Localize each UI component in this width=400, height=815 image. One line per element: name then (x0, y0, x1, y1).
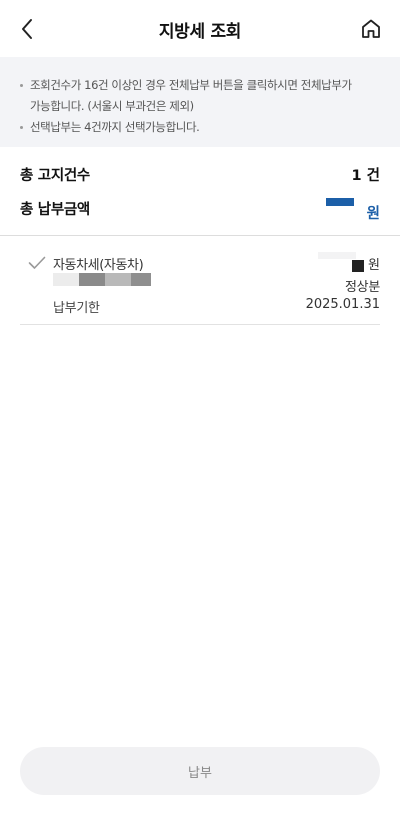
masked-amount (326, 198, 354, 206)
notice-item: 선택납부는 4건까지 선택가능합니다. (20, 117, 380, 138)
total-count-label: 총 고지건수 (20, 168, 90, 184)
notice-text-1: 조회건수가 16건 이상인 경우 전체납부 버튼을 클릭하시면 전체납부가 (30, 78, 352, 92)
header-bar: 지방세 조회 (0, 0, 400, 57)
pay-button[interactable]: 납부 (20, 747, 380, 795)
total-amount-unit: 원 (366, 206, 380, 222)
tax-item-amount-unit: 원 (368, 258, 380, 273)
total-amount-label: 총 납부금액 (20, 202, 90, 218)
tax-item-status: 정상분 (345, 280, 380, 295)
due-date-label: 납부기한 (53, 301, 100, 316)
notice-item: 조회건수가 16건 이상인 경우 전체납부 버튼을 클릭하시면 전체납부가 (20, 75, 380, 96)
home-button[interactable] (356, 14, 386, 44)
notice-text-1b: 가능합니다. (서울시 부과건은 제외) (30, 99, 194, 113)
page-title: 지방세 조회 (158, 22, 242, 42)
tax-item-name: 자동차세(자동차) (53, 258, 144, 273)
masked-amount (352, 260, 364, 272)
check-icon[interactable] (28, 256, 46, 270)
bullet-icon (20, 84, 23, 87)
home-icon (362, 19, 380, 38)
notice-text-2: 선택납부는 4건까지 선택가능합니다. (30, 120, 200, 134)
masked-amount (318, 252, 356, 259)
masked-vehicle-number (53, 273, 151, 286)
due-date-value: 2025.01.31 (305, 297, 380, 312)
summary-section: 총 고지건수 1 건 총 납부금액 원 (20, 160, 380, 228)
notice-box: 조회건수가 16건 이상인 경우 전체납부 버튼을 클릭하시면 전체납부가 가능… (0, 57, 400, 147)
total-count-value: 1 건 (351, 168, 380, 184)
tax-item[interactable]: 자동차세(자동차) 원 정상분 납부기한 2025.01.31 (20, 236, 380, 325)
total-count-row: 총 고지건수 1 건 (20, 160, 380, 194)
bullet-icon (20, 126, 23, 129)
